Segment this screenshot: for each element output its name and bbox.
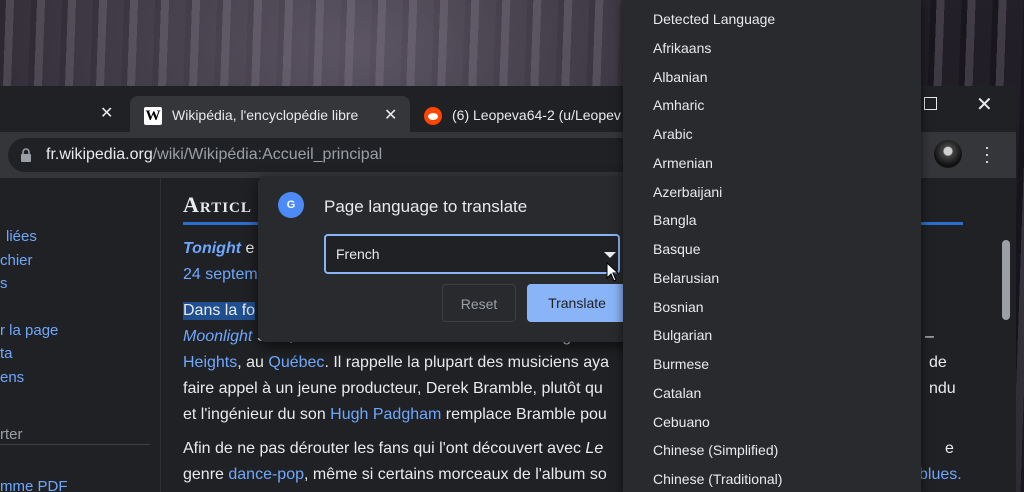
url-host: fr.wikipedia.org (46, 146, 153, 163)
article-line-end: de (929, 354, 947, 371)
language-option[interactable]: Azerbaijani (623, 178, 921, 207)
article-text: , au (237, 354, 269, 371)
chevron-down-icon[interactable] (604, 252, 616, 258)
article-link[interactable]: blues. (919, 466, 962, 484)
article-line: Afin de ne pas dérouter les fans qui l'o… (183, 440, 603, 458)
tab-reddit[interactable]: (6) Leopeva64-2 (u/Leopev (422, 96, 632, 132)
sidebar-divider (0, 444, 150, 445)
translate-dialog: G Page language to translate French Rese… (258, 176, 638, 342)
article-text: et l'ingénieur du son (183, 406, 331, 423)
article-line: Tonight e (183, 240, 254, 258)
window-close-icon[interactable]: ✕ (976, 92, 993, 117)
sidebar-link[interactable]: chier (0, 252, 33, 269)
url-path: /wiki/Wikipédia:Accueil_principal (152, 146, 383, 163)
language-option[interactable]: Armenian (623, 149, 921, 178)
language-option[interactable]: Afrikaans (623, 34, 921, 63)
dialog-title: Page language to translate (324, 197, 528, 216)
article-text: genre (183, 466, 229, 483)
article-link[interactable]: Moonlight (183, 328, 252, 345)
article-line: genre dance-pop, même si certains morcea… (183, 466, 607, 484)
reddit-icon (424, 107, 442, 125)
profile-avatar[interactable] (934, 140, 962, 168)
tab-wikipedia[interactable]: W Wikipédia, l'encyclopédie libre ✕ (130, 96, 410, 134)
language-option[interactable]: Basque (623, 235, 921, 264)
article-text: , même si certains morceaux de l'album s… (304, 466, 607, 483)
language-option[interactable]: Arabic (623, 120, 921, 149)
language-option[interactable]: Bosnian (623, 293, 921, 322)
maximize-icon[interactable] (924, 97, 937, 110)
article-link[interactable]: Hugh Padgham (330, 406, 441, 423)
language-option[interactable]: Chinese (Traditional) (623, 465, 921, 492)
language-option[interactable]: Amharic (623, 91, 921, 120)
article-text: Afin de ne pas dérouter les fans qui l'o… (183, 440, 586, 457)
language-option[interactable]: Belarusian (623, 264, 921, 293)
language-option[interactable]: Catalan (623, 379, 921, 408)
article-line-end: e (945, 440, 954, 457)
close-icon[interactable]: ✕ (384, 105, 397, 125)
article-italic: Le (585, 440, 604, 457)
wiki-sidebar: liées chier s r la page ta ens rter mme … (0, 178, 160, 492)
sidebar-link[interactable]: liées (6, 228, 37, 245)
menu-kebab-icon[interactable]: · · · (984, 138, 990, 170)
language-option[interactable]: Detected Language (623, 5, 921, 34)
language-option[interactable]: Burmese (623, 350, 921, 379)
article-line-end: – (925, 328, 934, 345)
translate-button[interactable]: Translate (527, 284, 627, 322)
language-option[interactable]: Cebuano (623, 408, 921, 437)
article-line: 24 septem (183, 266, 258, 284)
article-text: remplace Bramble pou (441, 406, 607, 423)
language-option[interactable]: Albanian (623, 63, 921, 92)
selected-language: French (336, 246, 380, 262)
sidebar-link[interactable]: ens (0, 369, 24, 386)
url-text[interactable]: fr.wikipedia.org/wiki/Wikipédia:Accueil_… (46, 146, 382, 164)
sidebar-link[interactable]: s (0, 275, 8, 292)
article-link[interactable]: Québec (268, 354, 324, 371)
article-heading: Articl (183, 192, 252, 217)
article-link[interactable]: Heights (183, 354, 237, 371)
language-option[interactable]: Bangla (623, 206, 921, 235)
wikipedia-icon: W (144, 107, 162, 125)
mouse-cursor-icon (606, 262, 620, 282)
tab-title: (6) Leopeva64-2 (u/Leopev (452, 107, 621, 123)
reset-button[interactable]: Reset (442, 284, 516, 322)
article-link[interactable]: Tonight (183, 240, 241, 257)
article-line: et l'ingénieur du son Hugh Padgham rempl… (183, 406, 607, 424)
scrollbar-track[interactable] (986, 178, 1016, 492)
article-link[interactable]: dance-pop (228, 466, 304, 483)
lock-icon[interactable] (20, 148, 32, 162)
article-line: faire appel à un jeune producteur, Derek… (183, 380, 603, 397)
sidebar-section-label: rter (0, 426, 23, 443)
sidebar-link[interactable]: ta (0, 345, 13, 362)
language-options: Detected Language Afrikaans Albanian Amh… (623, 0, 921, 492)
sidebar-link[interactable]: r la page (0, 322, 58, 339)
article-link[interactable]: 24 septem (183, 266, 258, 283)
scrollbar-thumb[interactable] (1002, 240, 1010, 320)
tab-title: Wikipédia, l'encyclopédie libre (172, 107, 359, 123)
language-option[interactable]: Chinese (Simplified) (623, 436, 921, 465)
language-dropdown: Detected Language Afrikaans Albanian Amh… (623, 0, 921, 492)
language-option[interactable]: Bulgarian (623, 321, 921, 350)
google-translate-icon: G (278, 192, 304, 218)
article-line-end: ndu (929, 380, 956, 397)
article-text: e (241, 240, 255, 257)
close-icon[interactable]: ✕ (100, 103, 113, 123)
sidebar-link[interactable]: mme PDF (0, 478, 68, 492)
selected-text: Dans la fo (183, 302, 256, 320)
language-select[interactable]: French (324, 234, 620, 274)
article-text: . Il rappelle la plupart des musiciens a… (324, 354, 610, 371)
article-line: Heights, au Québec. Il rappelle la plupa… (183, 354, 609, 372)
